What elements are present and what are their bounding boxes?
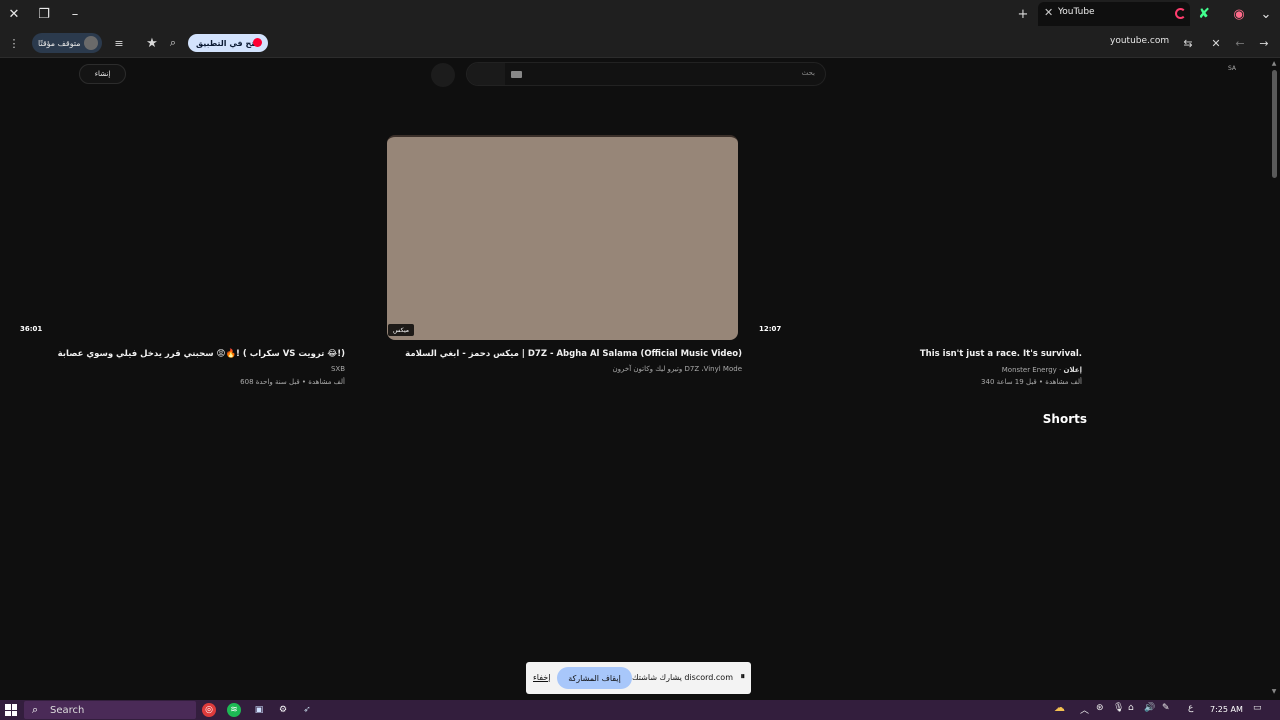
taskbar-search[interactable]: ⌕ Search	[24, 701, 196, 719]
profile-paused-button[interactable]: متوقف مؤقتًا	[32, 33, 102, 53]
keyboard-icon[interactable]	[511, 71, 522, 78]
avatar	[84, 36, 98, 50]
forward-icon[interactable]: →	[1255, 34, 1273, 52]
steam-icon[interactable]: ➶	[300, 703, 314, 717]
shorts-heading: Shorts	[1042, 412, 1087, 426]
tray-app-icon[interactable]: ⊛	[1096, 703, 1104, 713]
signin-button[interactable]: إنشاء	[79, 64, 126, 84]
ad-label: إعلان	[1063, 366, 1082, 374]
video-title[interactable]: ميكس دحمز - ابغي السلامة | D7Z - Abgha A…	[405, 349, 742, 359]
tab-search-icon[interactable]: ⌄	[1256, 4, 1276, 24]
stop-loading-icon[interactable]: ✕	[1207, 34, 1225, 52]
video-channel[interactable]: وتيرو ليك وكاتون آخرون D7Z ،Vinyl Mode	[613, 365, 742, 373]
tray-expand-icon[interactable]: ︿	[1080, 703, 1089, 716]
mix-badge: ميكس	[388, 324, 414, 336]
video-duration: 12:07	[759, 325, 782, 333]
video-title[interactable]: سحبني قرر يدخل فيلي وسوي عصابة 😡🔥! ( سكر…	[58, 349, 345, 359]
weather-icon[interactable]: ☁	[1054, 701, 1065, 714]
video-title[interactable]: This isn't just a race. It's survival.	[920, 349, 1082, 359]
stop-sharing-button[interactable]: إيقاف المشاركة	[557, 667, 632, 689]
video-stats: 340 ألف مشاهدة • قبل 19 ساعة	[981, 378, 1082, 386]
open-in-app-label: فتح في التطبيق	[196, 38, 260, 48]
minimize-window-icon[interactable]: –	[65, 4, 85, 24]
scroll-up-icon[interactable]: ▲	[1270, 60, 1278, 68]
network-icon[interactable]: ⌂	[1128, 703, 1134, 713]
region-code: SA	[1228, 65, 1237, 72]
drag-handle-icon[interactable]: ⏸	[740, 672, 745, 682]
search-placeholder: بحث	[801, 69, 815, 77]
paused-label: متوقف مؤقتًا	[38, 38, 81, 48]
video-channel[interactable]: SXB	[331, 365, 345, 373]
open-in-app-button[interactable]: فتح في التطبيق	[188, 34, 268, 52]
volume-icon[interactable]: 🔊	[1144, 703, 1155, 713]
new-tab-button[interactable]: +	[1015, 4, 1031, 24]
share-message: يشارك شاشتك discord.com	[632, 673, 733, 682]
video-duration: 36:01	[20, 325, 43, 333]
close-tab-icon[interactable]: ✕	[1044, 6, 1053, 19]
video-channel[interactable]: Monster Energy	[1002, 366, 1057, 374]
settings-icon[interactable]: ⚙	[276, 703, 290, 717]
menu-icon[interactable]: ⋮	[5, 34, 23, 52]
search-button[interactable]	[467, 63, 505, 85]
tab-title: YouTube	[1058, 7, 1095, 17]
back-icon[interactable]: ←	[1231, 34, 1249, 52]
video-stats: 608 ألف مشاهدة • قبل سنة واحدة	[240, 378, 345, 386]
url-field[interactable]: youtube.com	[1110, 36, 1169, 46]
zoom-icon[interactable]: ⌕	[164, 34, 182, 52]
microphone-icon[interactable]: 🎙	[1113, 703, 1124, 713]
loading-favicon-icon	[1175, 8, 1186, 19]
taskbar: ⌕ Search ◎ ≋ ▣ ⚙ ➶ ☁ ︿ ⊛ 🎙 ⌂ 🔊 ✎ ع 7:25 …	[0, 700, 1280, 720]
pen-icon[interactable]: ✎	[1162, 703, 1170, 713]
voice-search-button[interactable]	[431, 63, 455, 87]
screen-share-bar: ⏸ يشارك شاشتك discord.com إيقاف المشاركة…	[526, 662, 751, 694]
page-scrollbar[interactable]: ▲ ▼	[1268, 58, 1280, 700]
chrome-icon[interactable]: ◎	[202, 703, 216, 717]
language-indicator[interactable]: ع	[1188, 703, 1193, 713]
bookmark-star-icon[interactable]: ★	[143, 34, 161, 52]
record-icon[interactable]: ◉	[1229, 4, 1249, 24]
title-bar: ✕ ❐ – + ✕ YouTube ✘ ◉ ⌄	[0, 0, 1280, 28]
video-channel-line: Monster Energy · إعلان	[1001, 366, 1082, 374]
start-button[interactable]	[5, 704, 17, 716]
search-input[interactable]: بحث	[466, 62, 826, 86]
spotify-icon[interactable]: ≋	[227, 703, 241, 717]
app-window-icon[interactable]: ▣	[252, 703, 266, 717]
scroll-down-icon[interactable]: ▼	[1270, 688, 1278, 696]
address-bar: ⋮ متوقف مؤقتًا ≡ ★ ⌕ فتح في التطبيق yout…	[0, 28, 1280, 58]
extension-icon[interactable]: ✘	[1194, 4, 1214, 24]
youtube-app-icon	[253, 38, 262, 47]
hide-link[interactable]: إخفاء	[533, 673, 550, 682]
notifications-icon[interactable]: ▭	[1253, 703, 1262, 713]
site-settings-icon[interactable]: ⇆	[1179, 34, 1197, 52]
search-icon: ⌕	[32, 703, 39, 716]
scrollbar-thumb[interactable]	[1272, 70, 1277, 178]
clock[interactable]: 7:25 AM	[1210, 705, 1243, 714]
video-thumbnail[interactable]	[387, 135, 738, 340]
taskbar-search-label: Search	[50, 704, 85, 716]
restore-window-icon[interactable]: ❐	[34, 4, 54, 24]
tab-youtube[interactable]: ✕ YouTube	[1038, 2, 1190, 26]
close-window-icon[interactable]: ✕	[4, 4, 24, 24]
reading-list-icon[interactable]: ≡	[110, 34, 128, 52]
